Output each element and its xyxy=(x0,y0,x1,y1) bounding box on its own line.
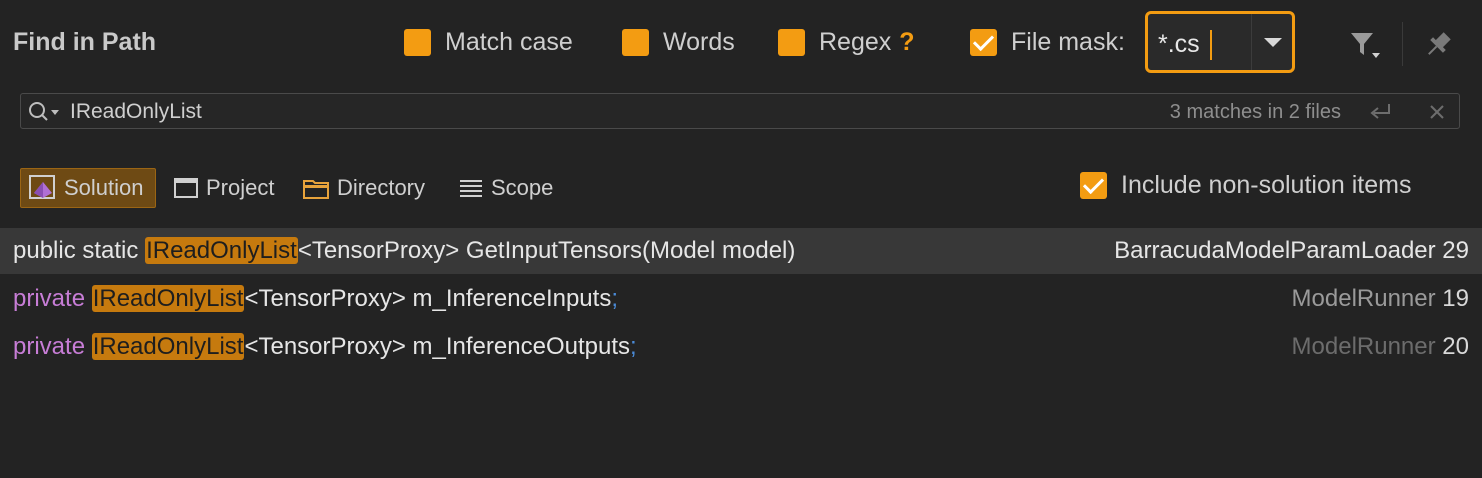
include-non-solution-box[interactable] xyxy=(1080,172,1107,199)
result-terminator: ; xyxy=(630,333,637,360)
search-icon[interactable] xyxy=(27,100,63,129)
result-line: 29 xyxy=(1442,237,1469,264)
regex-help-link[interactable]: ? xyxy=(899,28,914,57)
dropdown-arrow-icon[interactable] xyxy=(1264,38,1282,47)
scope-directory-label: Directory xyxy=(337,175,426,200)
clear-search-icon[interactable] xyxy=(1427,102,1447,127)
search-input[interactable]: IReadOnlyList xyxy=(70,100,202,124)
search-field[interactable]: IReadOnlyList 3 matches in 2 files xyxy=(20,93,1460,129)
file-mask-box[interactable] xyxy=(970,29,997,56)
scope-project[interactable]: Project xyxy=(174,168,274,208)
result-location: BarracudaModelParamLoader 29 xyxy=(1114,237,1469,265)
file-mask-label: File mask: xyxy=(1011,28,1125,56)
result-rest: <TensorProxy> GetInputTensors(Model mode… xyxy=(297,237,796,264)
scope-project-label: Project xyxy=(206,175,275,200)
result-location: ModelRunner 20 xyxy=(1292,333,1469,361)
include-non-solution-checkbox[interactable]: Include non-solution items xyxy=(1080,171,1411,200)
match-case-box[interactable] xyxy=(404,29,431,56)
words-checkbox[interactable]: Words xyxy=(622,28,735,57)
match-case-label: Match case xyxy=(445,28,573,56)
scope-custom[interactable]: Scope xyxy=(459,168,553,208)
result-row[interactable]: private IReadOnlyList<TensorProxy> m_Inf… xyxy=(0,276,1482,322)
regex-label: Regex xyxy=(819,28,892,56)
result-location: ModelRunner 19 xyxy=(1292,285,1469,313)
result-match: IReadOnlyList xyxy=(91,333,245,360)
result-line: 19 xyxy=(1442,285,1469,312)
file-mask-combobox[interactable]: *.cs xyxy=(1145,11,1295,73)
result-file: BarracudaModelParamLoader xyxy=(1114,237,1436,264)
words-label: Words xyxy=(663,28,735,56)
combobox-divider xyxy=(1251,14,1252,70)
result-file: ModelRunner xyxy=(1291,333,1436,360)
solution-icon xyxy=(29,175,55,199)
result-code: private IReadOnlyList<TensorProxy> m_Inf… xyxy=(13,285,618,313)
file-mask-input[interactable]: *.cs xyxy=(1158,30,1200,59)
scope-directory[interactable]: Directory xyxy=(303,168,425,208)
match-case-checkbox[interactable]: Match case xyxy=(404,28,573,57)
result-line: 20 xyxy=(1442,333,1469,360)
result-code: private IReadOnlyList<TensorProxy> m_Inf… xyxy=(13,333,637,361)
words-box[interactable] xyxy=(622,29,649,56)
result-file: ModelRunner xyxy=(1291,285,1436,312)
result-code: public static IReadOnlyList<TensorProxy>… xyxy=(13,237,795,265)
wrap-search-icon[interactable] xyxy=(1367,100,1395,129)
file-mask-checkbox[interactable]: File mask: xyxy=(970,28,1125,57)
result-rest: <TensorProxy> m_InferenceOutputs xyxy=(244,333,630,360)
folder-icon xyxy=(303,180,329,199)
panel-title: Find in Path xyxy=(13,28,157,56)
filter-icon[interactable] xyxy=(1350,31,1382,66)
regex-checkbox[interactable]: Regex ? xyxy=(778,28,915,57)
result-terminator: ; xyxy=(611,285,618,312)
result-prefix: private xyxy=(13,285,92,312)
match-count: 3 matches in 2 files xyxy=(1169,101,1341,123)
text-caret xyxy=(1210,30,1212,60)
scope-solution[interactable]: Solution xyxy=(20,168,156,208)
regex-box[interactable] xyxy=(778,29,805,56)
include-non-solution-label: Include non-solution items xyxy=(1121,171,1412,199)
result-match: IReadOnlyList xyxy=(145,237,298,264)
result-match: IReadOnlyList xyxy=(91,285,245,312)
result-prefix: public static xyxy=(13,237,146,264)
result-row[interactable]: private IReadOnlyList<TensorProxy> m_Inf… xyxy=(0,324,1482,370)
result-rest: <TensorProxy> m_InferenceInputs xyxy=(244,285,612,312)
scope-custom-label: Scope xyxy=(491,175,554,200)
project-icon xyxy=(174,178,198,198)
result-row[interactable]: public static IReadOnlyList<TensorProxy>… xyxy=(0,228,1482,274)
pin-icon[interactable] xyxy=(1423,30,1453,65)
result-prefix: private xyxy=(13,333,92,360)
toolbar-separator xyxy=(1402,22,1403,66)
scope-solution-label: Solution xyxy=(64,175,144,200)
scope-list-icon xyxy=(460,180,482,197)
